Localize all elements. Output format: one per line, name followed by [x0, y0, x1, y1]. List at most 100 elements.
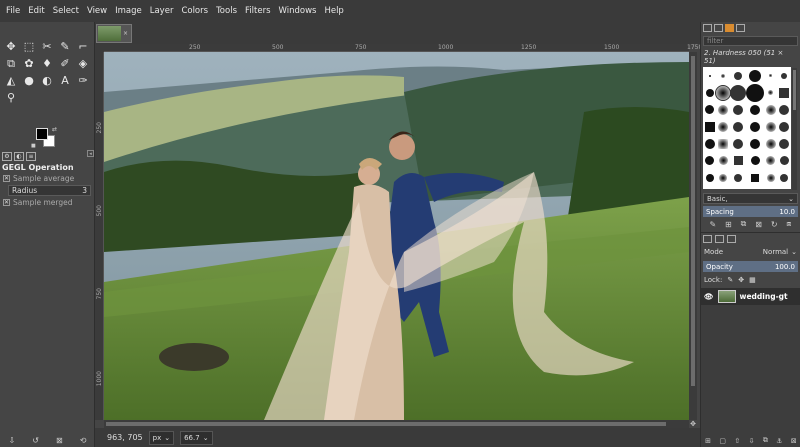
brush-preview[interactable] [734, 71, 743, 80]
brush-preview[interactable] [734, 173, 743, 182]
new-group-icon[interactable]: ▢ [719, 437, 726, 445]
rect-select-icon[interactable]: ⬚ [20, 38, 38, 55]
menu-file[interactable]: File [2, 6, 24, 16]
layers-list-area[interactable] [701, 305, 800, 447]
menu-windows[interactable]: Windows [275, 6, 321, 16]
brush-preview[interactable] [718, 156, 728, 165]
close-icon[interactable]: × [123, 30, 128, 37]
lock-pixels-icon[interactable]: ✎ [727, 276, 733, 284]
swap-colors-icon[interactable]: ⇄ [52, 126, 57, 133]
lock-position-icon[interactable]: ✥ [738, 276, 744, 284]
dodge-icon[interactable]: ◐ [38, 72, 56, 89]
visibility-eye-icon[interactable]: 👁 [704, 292, 714, 301]
brush-preview[interactable] [733, 156, 743, 165]
tab-undo-history[interactable]: ≡ [26, 151, 36, 161]
fg-bg-colors[interactable]: ⇄ ■ [31, 126, 58, 150]
delete-brush-icon[interactable]: ⊠ [755, 220, 762, 229]
brush-preview[interactable] [705, 156, 715, 165]
edit-brush-icon[interactable]: ✎ [709, 220, 716, 229]
menu-filters[interactable]: Filters [241, 6, 274, 16]
brush-preview[interactable] [766, 156, 776, 165]
smudge-icon[interactable]: ● [20, 72, 38, 89]
bucket-fill-icon[interactable]: ◭ [2, 72, 20, 89]
brush-preview[interactable] [705, 173, 714, 182]
brush-preview[interactable] [750, 138, 761, 149]
brush-preview[interactable] [781, 72, 788, 79]
brush-preview[interactable] [704, 121, 715, 132]
move-icon[interactable]: ✥ [2, 38, 20, 55]
brush-preview[interactable] [718, 121, 729, 132]
zoom-icon[interactable]: ⚲ [2, 89, 20, 106]
opacity-slider[interactable]: Opacity 100.0 [703, 261, 798, 272]
warp-icon[interactable]: ✿ [20, 55, 38, 72]
brush-preview[interactable] [721, 73, 726, 78]
duplicate-layer-icon[interactable]: ⧉ [763, 436, 768, 445]
reset-options-icon[interactable]: ⟲ [80, 436, 87, 445]
brush-preview[interactable] [719, 173, 728, 182]
brush-preview[interactable] [715, 84, 732, 101]
tab-device-status[interactable]: ◐ [14, 151, 24, 161]
brush-preview[interactable] [765, 121, 776, 132]
layer-name[interactable]: wedding-gt [740, 292, 788, 301]
tab-fonts[interactable] [725, 24, 734, 32]
brush-preview[interactable] [769, 74, 773, 77]
lock-alpha-icon[interactable]: ▦ [749, 276, 756, 284]
brush-filter-input[interactable]: filter [703, 36, 798, 46]
foreground-color-swatch[interactable] [36, 128, 48, 140]
brush-preview[interactable] [779, 87, 790, 98]
anchor-layer-icon[interactable]: ⚓ [776, 437, 782, 445]
brush-preview[interactable] [733, 104, 744, 115]
ruler-corner[interactable] [95, 44, 104, 52]
delete-layer-icon[interactable]: ⊠ [791, 437, 797, 445]
sample-average-option[interactable]: ✕ Sample average [0, 173, 95, 184]
horizontal-scrollbar[interactable] [104, 420, 689, 428]
brush-preview[interactable] [733, 121, 744, 132]
crop-icon[interactable]: ⌐ [74, 38, 92, 55]
vertical-scrollbar[interactable] [689, 52, 697, 420]
brush-preview[interactable] [750, 104, 761, 115]
horizontal-scroll-thumb[interactable] [106, 422, 666, 426]
reset-colors-icon[interactable]: ■ [31, 143, 36, 149]
fuzzy-select-icon[interactable]: ✎ [56, 38, 74, 55]
image-canvas[interactable] [104, 52, 689, 420]
spacing-slider[interactable]: Spacing 10.0 [703, 206, 798, 217]
menu-help[interactable]: Help [320, 6, 347, 16]
tab-tool-options[interactable]: ⚙ [2, 151, 12, 161]
brush-preview[interactable] [704, 138, 715, 149]
tab-layers[interactable] [703, 235, 712, 243]
brush-preview[interactable] [733, 138, 744, 149]
brush-preview[interactable] [779, 138, 790, 149]
tab-brushes[interactable] [703, 24, 712, 32]
menu-select[interactable]: Select [49, 6, 83, 16]
unit-dropdown[interactable]: px ⌄ [148, 430, 175, 445]
refresh-brushes-icon[interactable]: ↻ [771, 220, 778, 229]
brush-preview[interactable] [768, 90, 774, 95]
menu-tools[interactable]: Tools [212, 6, 241, 16]
spacing-value[interactable]: 10.0 [779, 208, 795, 216]
brush-preview[interactable] [749, 69, 762, 82]
vertical-scroll-thumb[interactable] [691, 56, 695, 386]
restore-options-icon[interactable]: ↺ [32, 436, 39, 445]
sample-merged-option[interactable]: ✕ Sample merged [0, 197, 95, 208]
brush-preview[interactable] [718, 138, 729, 149]
brush-preview[interactable] [765, 138, 776, 149]
radius-spinner[interactable]: Radius 3 [8, 185, 91, 196]
brush-preview[interactable] [779, 156, 789, 165]
brush-preview[interactable] [730, 84, 747, 101]
duplicate-brush-icon[interactable]: ⧉ [741, 219, 747, 229]
menu-layer[interactable]: Layer [146, 6, 178, 16]
zoom-dropdown[interactable]: 66.7 ⌄ [180, 430, 213, 445]
checkbox-icon[interactable]: ✕ [3, 175, 10, 182]
vertical-ruler[interactable]: 250 500 750 1000 [95, 52, 104, 420]
tab-document-history[interactable] [736, 24, 745, 32]
open-brush-icon[interactable]: ⧈ [786, 219, 791, 229]
delete-options-icon[interactable]: ⊠ [56, 436, 63, 445]
brush-preview[interactable] [766, 173, 775, 182]
menu-colors[interactable]: Colors [177, 6, 212, 16]
brush-preview[interactable] [750, 156, 760, 165]
brush-preview[interactable] [705, 88, 714, 97]
new-layer-icon[interactable]: ⊞ [705, 437, 711, 445]
brush-preview[interactable] [750, 121, 761, 132]
radius-value[interactable]: 3 [82, 186, 87, 195]
brush-scrollbar[interactable] [792, 68, 797, 190]
